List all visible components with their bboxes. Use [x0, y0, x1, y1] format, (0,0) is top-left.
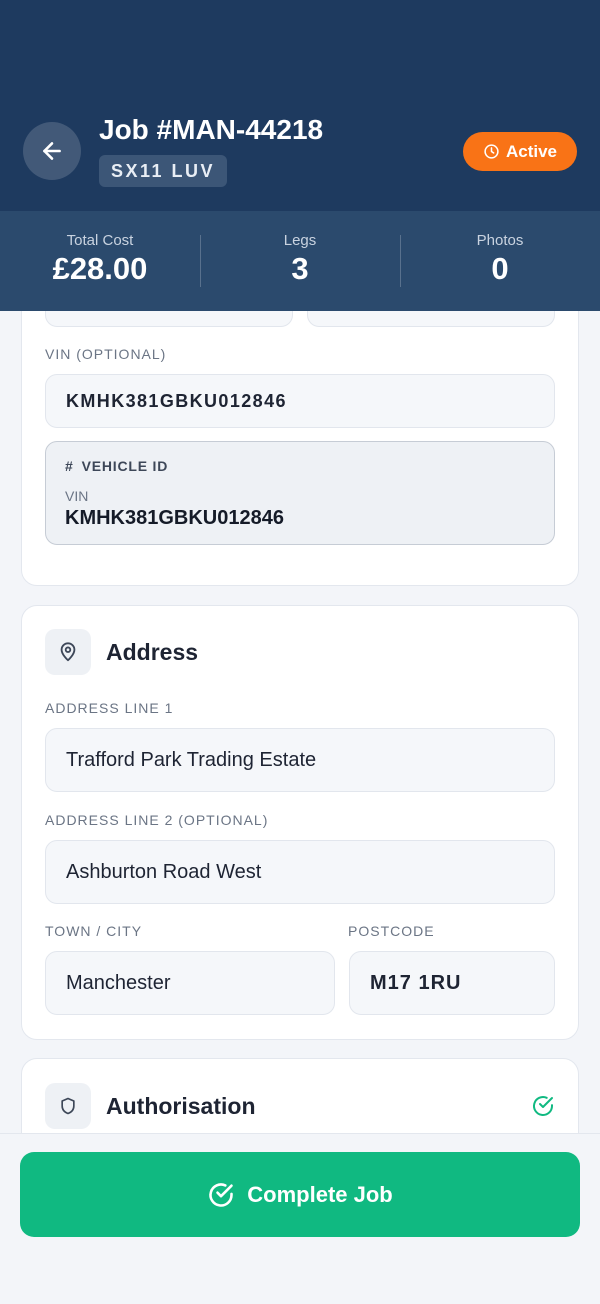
authorisation-title: Authorisation	[106, 1093, 256, 1119]
stat-value: £28.00	[52, 251, 148, 286]
hash-icon: #	[65, 458, 74, 474]
stat-legs: Legs 3	[200, 211, 400, 311]
shield-icon	[45, 1083, 91, 1129]
town-input[interactable]: Manchester	[45, 951, 335, 1015]
vehicle-id-value: KMHK381GBKU012846	[65, 507, 284, 529]
stat-label: Legs	[283, 232, 317, 249]
vehicle-id-heading: VEHICLE ID	[81, 458, 169, 474]
complete-job-button[interactable]: Complete Job	[20, 1152, 580, 1237]
address-line1-input[interactable]: Trafford Park Trading Estate	[45, 728, 555, 792]
stat-label: Photos	[476, 232, 524, 249]
map-pin-icon	[45, 629, 91, 675]
vehicle-id-box: # VEHICLE ID VIN KMHK381GBKU012846	[45, 441, 555, 545]
stat-value: 0	[491, 251, 509, 286]
stat-value: 3	[291, 251, 309, 286]
check-circle-icon	[531, 1094, 555, 1123]
address-line1-label: ADDRESS LINE 1	[45, 700, 174, 716]
plate-badge: SX11 LUV	[99, 155, 228, 187]
clock-icon	[484, 144, 499, 159]
complete-job-label: Complete Job	[247, 1181, 393, 1207]
vin-input[interactable]: KMHK381GBKU012846	[45, 374, 555, 428]
vehicle-id-sub-label: VIN	[65, 488, 89, 504]
arrow-left-icon	[43, 142, 61, 160]
postcode-input[interactable]: M17 1RU	[349, 951, 555, 1015]
postcode-label: POSTCODE	[348, 923, 435, 939]
job-title: Job #MAN-44218	[99, 114, 324, 145]
address-line2-label: ADDRESS LINE 2 (OPTIONAL)	[45, 812, 269, 828]
stats-bar: Total Cost £28.00 Legs 3 Photos 0	[0, 211, 600, 311]
check-circle-icon	[209, 1182, 234, 1207]
status-label: Active	[505, 141, 558, 161]
address-line2-input[interactable]: Ashburton Road West	[45, 840, 555, 904]
vin-label: VIN (OPTIONAL)	[45, 346, 167, 362]
stat-label: Total Cost	[66, 232, 134, 249]
back-button[interactable]	[23, 122, 81, 180]
stat-total-cost: Total Cost £28.00	[0, 211, 200, 311]
status-badge: Active	[463, 132, 577, 171]
town-label: TOWN / CITY	[45, 923, 143, 939]
address-title: Address	[106, 639, 199, 665]
job-header: Job #MAN-44218 SX11 LUV Active	[0, 0, 600, 211]
stat-photos: Photos 0	[400, 211, 600, 311]
